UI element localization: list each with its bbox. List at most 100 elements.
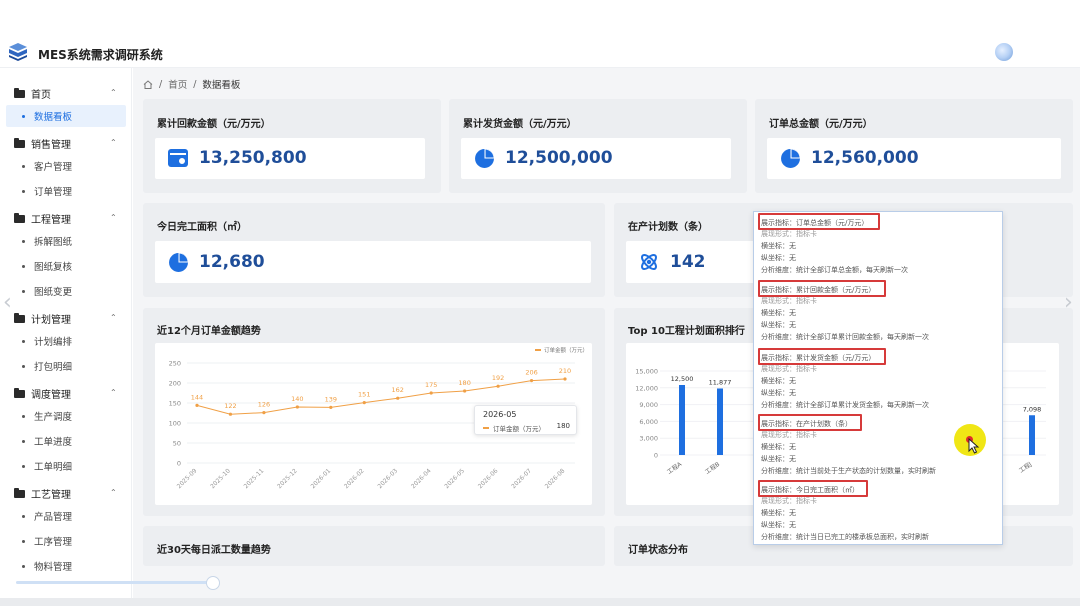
bullet-icon xyxy=(22,564,25,568)
sidebar-item-pack-detail[interactable]: 打包明细 xyxy=(6,355,126,377)
chevron-up-icon[interactable]: ⌃ xyxy=(110,213,117,222)
sidebar-item-drawing-split[interactable]: 拆解图纸 xyxy=(6,230,126,252)
folder-icon xyxy=(14,87,25,98)
sidebar-group-planning[interactable]: 计划管理 xyxy=(14,311,71,326)
popup-form: 展现形式：指标卡 xyxy=(761,297,817,305)
popup-form: 展现形式：指标卡 xyxy=(761,365,817,373)
sidebar-item-label: 拆解图纸 xyxy=(34,237,73,248)
bullet-icon xyxy=(22,539,25,543)
popup-dim: 分析维度：统计全部订单总金额，每天刷新一次 xyxy=(761,266,908,274)
sidebar-item-dashboard[interactable]: 数据看板 xyxy=(6,105,126,127)
x-tick-label: 2026-07 xyxy=(510,467,533,490)
bullet-icon xyxy=(22,164,25,168)
bullet-icon xyxy=(22,439,25,443)
chevron-up-icon[interactable]: ⌃ xyxy=(110,88,117,97)
sidebar-item-operations[interactable]: 工序管理 xyxy=(6,530,126,552)
y-tick-label: 0 xyxy=(177,460,181,468)
x-tick-label: 2026-01 xyxy=(310,467,333,490)
data-label: 206 xyxy=(525,369,537,377)
sidebar-group-dispatch[interactable]: 调度管理 xyxy=(14,386,71,401)
mouse-pointer-icon xyxy=(968,438,980,454)
sidebar-item-production-dispatch[interactable]: 生产调度 xyxy=(6,405,126,427)
x-tick-label: 工程J xyxy=(1017,460,1033,475)
sidebar-item-drawing-review[interactable]: 图纸复核 xyxy=(6,255,126,277)
sidebar-item-plan-schedule[interactable]: 计划编排 xyxy=(6,330,126,352)
sidebar-item-label: 物料管理 xyxy=(34,562,73,573)
sidebar-item-drawing-change[interactable]: 图纸变更 xyxy=(6,280,126,302)
user-avatar[interactable] xyxy=(995,43,1013,61)
data-point xyxy=(563,377,567,381)
trend-chart-title: 近12个月订单金额趋势 xyxy=(157,326,261,337)
sidebar-item-label: 产品管理 xyxy=(34,512,73,523)
bullet-icon xyxy=(22,364,25,368)
x-tick-label: 2025-09 xyxy=(176,467,199,490)
data-label: 162 xyxy=(392,386,404,394)
bullet-icon xyxy=(22,339,25,343)
tooltip-series-label: 订单金额（万元） xyxy=(493,425,545,433)
folder-icon xyxy=(14,487,25,498)
breadcrumb-current: 数据看板 xyxy=(202,80,241,91)
sidebar-item-label: 订单管理 xyxy=(34,187,73,198)
kpi-title-plans: 在产计划数（条） xyxy=(628,222,708,233)
sidebar-group-sales[interactable]: 销售管理 xyxy=(14,136,71,151)
bullet-icon xyxy=(22,189,25,193)
popup-form: 展现形式：指标卡 xyxy=(761,431,817,439)
sidebar-item-label: 打包明细 xyxy=(34,362,73,373)
app-title: MES系统需求调研系统 xyxy=(38,48,163,62)
x-tick-label: 2025-12 xyxy=(276,467,299,490)
data-point xyxy=(362,401,366,405)
kpi-value-payback: 13,250,800 xyxy=(199,148,307,168)
popup-dim: 分析维度：统计全部订单累计回款金额，每天刷新一次 xyxy=(761,333,929,341)
x-tick-label: 工程B xyxy=(703,460,721,476)
chevron-up-icon[interactable]: ⌃ xyxy=(110,138,117,147)
sidebar-item-workorder-progress[interactable]: 工单进度 xyxy=(6,430,126,452)
chevron-up-icon[interactable]: ⌃ xyxy=(110,488,117,497)
prev-arrow-icon[interactable]: ‹ xyxy=(3,290,12,315)
home-icon[interactable] xyxy=(143,79,153,89)
sidebar-group-engineering[interactable]: 工程管理 xyxy=(14,211,71,226)
next-arrow-icon[interactable]: › xyxy=(1064,290,1073,315)
kpi-title-order-total: 订单总金额（元/万元） xyxy=(769,119,873,130)
breadcrumb-home[interactable]: 首页 xyxy=(168,77,187,91)
bullet-icon xyxy=(22,239,25,243)
y-tick-label: 0 xyxy=(654,452,658,460)
sidebar-item-label: 工单明细 xyxy=(34,462,73,473)
chevron-up-icon[interactable]: ⌃ xyxy=(110,388,117,397)
video-progress-knob[interactable] xyxy=(206,576,220,590)
popup-indicator: 展示指标：在产计划数（条） xyxy=(761,420,852,428)
sidebar-item-products[interactable]: 产品管理 xyxy=(6,505,126,527)
sidebar-item-label: 图纸变更 xyxy=(34,287,73,298)
popup-y: 纵坐标：无 xyxy=(761,389,796,397)
sidebar-item-label: 数据看板 xyxy=(34,112,73,123)
popup-dim: 分析维度：统计当日已完工的楼承板总面积，实时刷新 xyxy=(761,533,929,541)
tooltip-series: 订单金额（万元） xyxy=(483,423,545,433)
popup-y: 纵坐标：无 xyxy=(761,321,796,329)
sidebar-group-home[interactable]: 首页 xyxy=(14,86,51,101)
sidebar-item-materials[interactable]: 物料管理 xyxy=(6,555,126,577)
bar xyxy=(1029,415,1035,455)
data-label: 151 xyxy=(358,391,370,399)
y-tick-label: 150 xyxy=(169,400,181,408)
bullet-icon xyxy=(22,414,25,418)
popup-x: 横坐标：无 xyxy=(761,509,796,517)
sidebar-item-label: 客户管理 xyxy=(34,162,73,173)
x-tick-label: 2026-08 xyxy=(544,467,567,490)
data-label: 144 xyxy=(191,393,203,401)
folder-icon xyxy=(14,312,25,323)
video-progress-track[interactable] xyxy=(16,581,216,584)
popup-form: 展现形式：指标卡 xyxy=(761,497,817,505)
sidebar-item-customers[interactable]: 客户管理 xyxy=(6,155,126,177)
app-logo-icon xyxy=(9,43,27,61)
sidebar-item-workorder-detail[interactable]: 工单明细 xyxy=(6,455,126,477)
sidebar-group-label: 调度管理 xyxy=(31,390,71,401)
data-point xyxy=(429,391,433,395)
sidebar-group-process[interactable]: 工艺管理 xyxy=(14,486,71,501)
popup-indicator: 展示指标：累计回款金额（元/万元） xyxy=(761,286,876,294)
x-tick-label: 2026-06 xyxy=(477,467,500,490)
y-tick-label: 6,000 xyxy=(639,418,658,426)
sidebar-item-label: 工序管理 xyxy=(34,537,73,548)
chevron-up-icon[interactable]: ⌃ xyxy=(110,313,117,322)
sidebar-item-orders[interactable]: 订单管理 xyxy=(6,180,126,202)
data-point xyxy=(295,405,299,409)
bar xyxy=(679,385,685,455)
